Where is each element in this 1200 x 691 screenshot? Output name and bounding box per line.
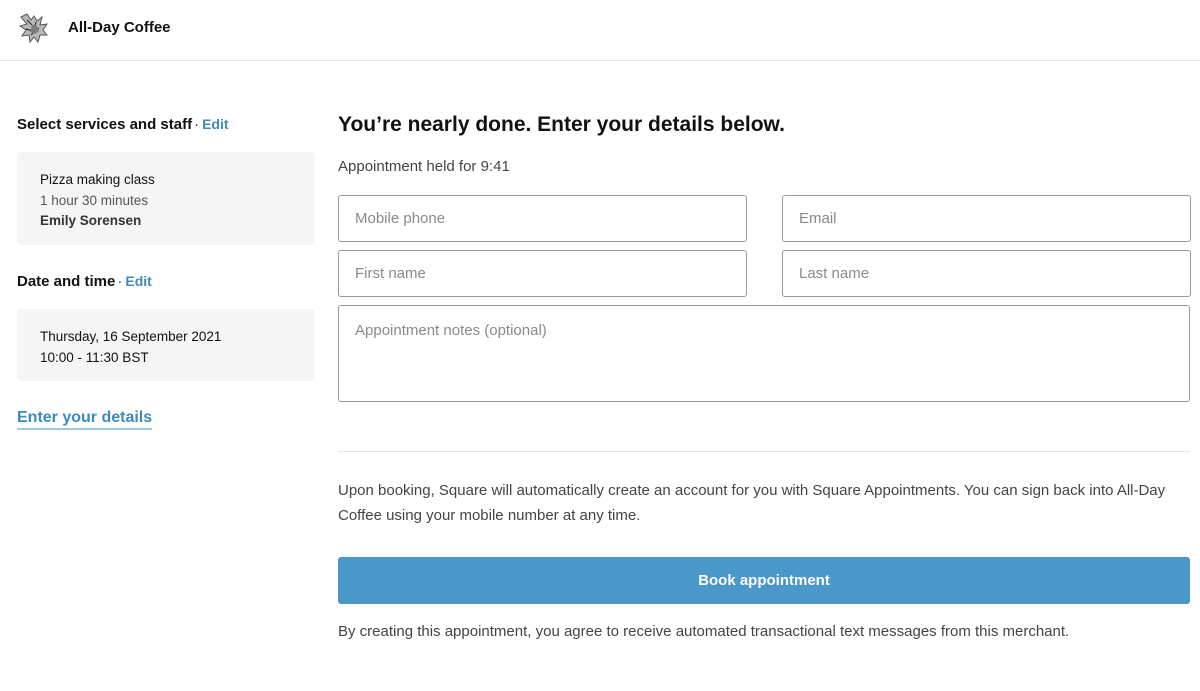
datetime-heading-row: Date and time · Edit bbox=[17, 273, 152, 290]
datetime-heading: Date and time bbox=[17, 273, 116, 290]
datetime-summary-card: Thursday, 16 September 2021 10:00 - 11:3… bbox=[17, 309, 315, 381]
appointment-date: Thursday, 16 September 2021 bbox=[40, 329, 222, 344]
appointment-time: 10:00 - 11:30 BST bbox=[40, 349, 149, 365]
page-title: You’re nearly done. Enter your details b… bbox=[338, 113, 785, 136]
appointment-notes-textarea[interactable] bbox=[338, 305, 1190, 402]
email-input[interactable] bbox=[782, 195, 1191, 242]
services-heading: Select services and staff bbox=[17, 116, 193, 133]
enter-details-step-link[interactable]: Enter your details bbox=[17, 409, 153, 430]
service-summary-card: Pizza making class 1 hour 30 minutes Emi… bbox=[17, 152, 315, 245]
services-heading-row: Select services and staff · Edit bbox=[17, 116, 229, 133]
service-name: Pizza making class bbox=[40, 172, 155, 187]
hold-timer-text: Appointment held for 9:41 bbox=[338, 158, 510, 175]
separator-dot: · bbox=[117, 273, 123, 290]
bird-logo-icon[interactable] bbox=[18, 11, 50, 45]
mobile-phone-input[interactable] bbox=[338, 195, 747, 242]
edit-datetime-link[interactable]: Edit bbox=[125, 273, 151, 289]
top-bar: All-Day Coffee bbox=[0, 0, 1200, 61]
separator-dot: · bbox=[194, 116, 200, 133]
service-duration: 1 hour 30 minutes bbox=[40, 192, 149, 208]
consent-text: By creating this appointment, you agree … bbox=[338, 623, 1070, 640]
account-info-text: Upon booking, Square will automatically … bbox=[338, 482, 1166, 524]
edit-services-link[interactable]: Edit bbox=[202, 116, 228, 132]
last-name-input[interactable] bbox=[782, 250, 1191, 297]
brand-name: All-Day Coffee bbox=[68, 19, 171, 36]
book-appointment-button[interactable]: Book appointment bbox=[338, 557, 1190, 604]
staff-name: Emily Sorensen bbox=[40, 213, 142, 228]
first-name-input[interactable] bbox=[338, 250, 747, 297]
section-divider bbox=[338, 451, 1190, 452]
